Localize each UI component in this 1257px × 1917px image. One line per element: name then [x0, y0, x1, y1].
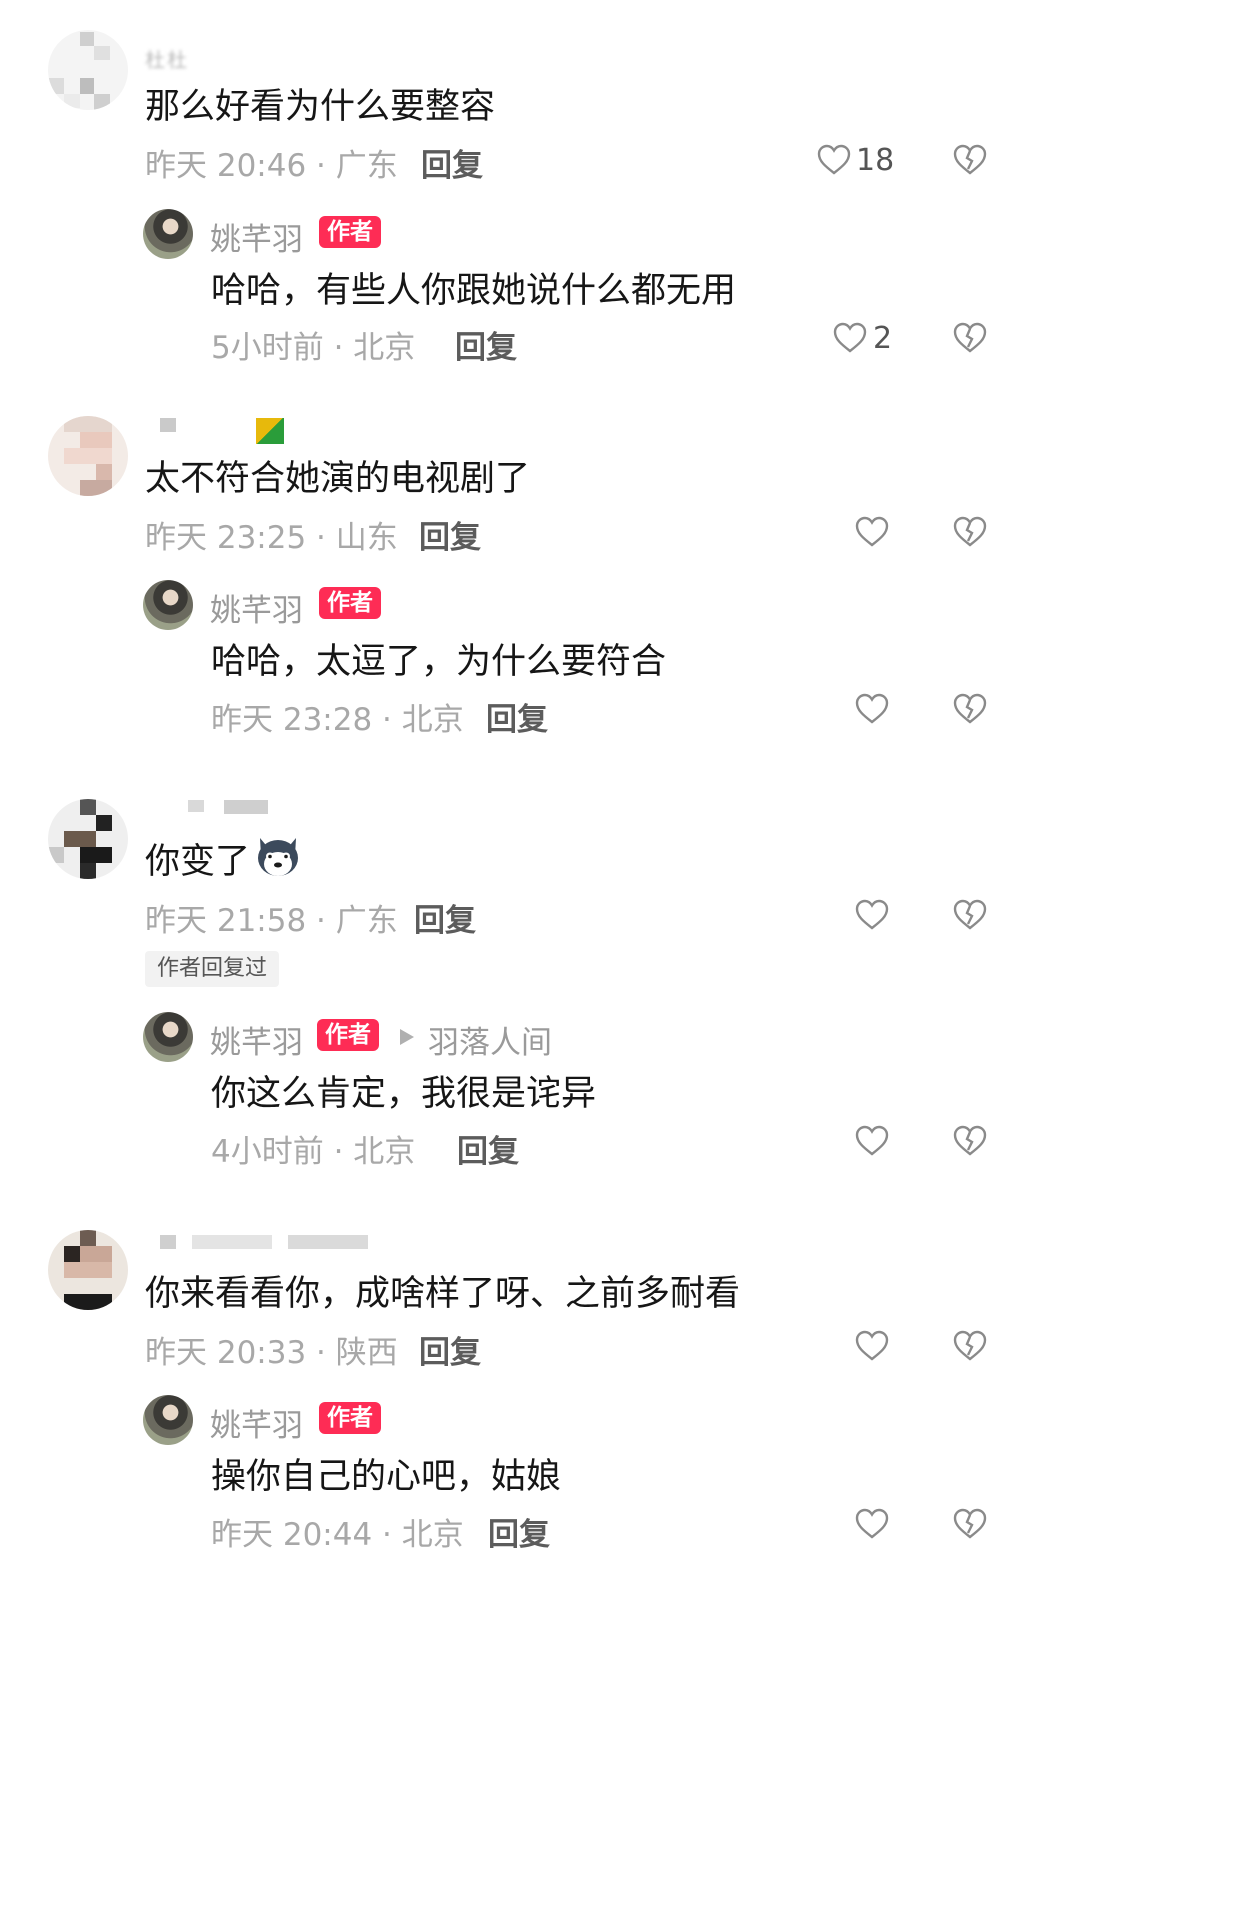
author-avatar[interactable] — [143, 580, 193, 630]
comment-meta: 昨天 20:46 · 广东 — [145, 148, 398, 184]
reply-button[interactable]: 回复 — [419, 1327, 481, 1372]
reply-text: 哈哈，有些人你跟她说什么都无用 — [211, 271, 737, 311]
author-name[interactable]: 姚芊羽 — [210, 1017, 303, 1062]
commenter-name-blur — [192, 1235, 272, 1249]
commenter-avatar[interactable] — [48, 416, 128, 496]
broken-heart-icon[interactable] — [953, 322, 987, 354]
commenter-name-blur — [224, 800, 268, 814]
heart-outline-icon[interactable] — [855, 516, 889, 548]
husky-dog-emoji — [258, 838, 298, 876]
author-badge: 作者 — [319, 1402, 381, 1434]
reply-button[interactable]: 回复 — [486, 694, 548, 739]
comment-text: 你来看看你，成啥样了呀、之前多耐看 — [145, 1274, 741, 1314]
reply-meta: 4小时前 · 北京 — [211, 1134, 416, 1170]
commenter-avatar[interactable] — [48, 799, 128, 879]
reply-to-user[interactable]: 羽落人间 — [428, 1017, 552, 1062]
author-badge: 作者 — [317, 1019, 379, 1051]
like-count: 2 — [873, 321, 893, 356]
heart-outline-icon[interactable] — [855, 1508, 889, 1540]
reply-to-arrow-icon — [400, 1029, 414, 1045]
reply-text: 操你自己的心吧，姑娘 — [211, 1457, 562, 1497]
reply-meta: 5小时前 · 北京 — [211, 330, 416, 366]
heart-outline-icon[interactable] — [817, 144, 851, 176]
heart-outline-icon[interactable] — [855, 1330, 889, 1362]
broken-heart-icon[interactable] — [953, 144, 987, 176]
comment-text: 你变了 — [145, 842, 251, 882]
commenter-name-blur — [188, 800, 204, 812]
reply-text: 你这么肯定，我很是诧异 — [211, 1074, 597, 1114]
reply-button[interactable]: 回复 — [488, 1509, 550, 1554]
broken-heart-icon[interactable] — [953, 1330, 987, 1362]
heart-outline-icon[interactable] — [855, 899, 889, 931]
reply-meta: 昨天 23:28 · 北京 — [211, 702, 464, 738]
heart-outline-icon[interactable] — [855, 1125, 889, 1157]
comment-list: 杜杜 那么好看为什么要整容 昨天 20:46 · 广东 回复 18 姚芊羽 作者… — [0, 0, 1032, 1917]
comment-meta: 昨天 23:25 · 山东 — [145, 520, 398, 556]
author-name[interactable]: 姚芊羽 — [210, 1400, 303, 1445]
broken-heart-icon[interactable] — [953, 516, 987, 548]
author-badge: 作者 — [319, 587, 381, 619]
author-avatar[interactable] — [143, 209, 193, 259]
like-count: 18 — [856, 143, 895, 178]
commenter-name-blur — [288, 1235, 368, 1249]
broken-heart-icon[interactable] — [953, 693, 987, 725]
author-replied-tag: 作者回复过 — [145, 951, 280, 987]
commenter-avatar[interactable] — [48, 30, 128, 110]
author-avatar[interactable] — [143, 1012, 193, 1062]
broken-heart-icon[interactable] — [953, 1125, 987, 1157]
comment-meta: 昨天 20:33 · 陕西 — [145, 1335, 398, 1371]
commenter-name[interactable]: 杜杜 — [145, 44, 189, 72]
reply-meta: 昨天 20:44 · 北京 — [211, 1517, 464, 1553]
author-avatar[interactable] — [143, 1395, 193, 1445]
comment-text: 太不符合她演的电视剧了 — [145, 459, 531, 499]
comment-text: 那么好看为什么要整容 — [145, 87, 496, 127]
commenter-name-blur — [160, 418, 176, 432]
reply-button[interactable]: 回复 — [421, 140, 483, 185]
author-name[interactable]: 姚芊羽 — [210, 585, 303, 630]
commenter-name-blur — [160, 1235, 176, 1249]
heart-outline-icon[interactable] — [833, 322, 867, 354]
commenter-avatar[interactable] — [48, 1230, 128, 1310]
author-name[interactable]: 姚芊羽 — [210, 214, 303, 259]
reply-button[interactable]: 回复 — [455, 322, 517, 367]
reply-button[interactable]: 回复 — [419, 512, 481, 557]
reply-button[interactable]: 回复 — [414, 895, 476, 940]
user-tag-icon — [256, 418, 284, 444]
reply-button[interactable]: 回复 — [457, 1126, 519, 1171]
broken-heart-icon[interactable] — [953, 899, 987, 931]
heart-outline-icon[interactable] — [855, 693, 889, 725]
broken-heart-icon[interactable] — [953, 1508, 987, 1540]
comment-meta: 昨天 21:58 · 广东 — [145, 903, 398, 939]
author-badge: 作者 — [319, 216, 381, 248]
reply-text: 哈哈，太逗了，为什么要符合 — [211, 642, 667, 682]
